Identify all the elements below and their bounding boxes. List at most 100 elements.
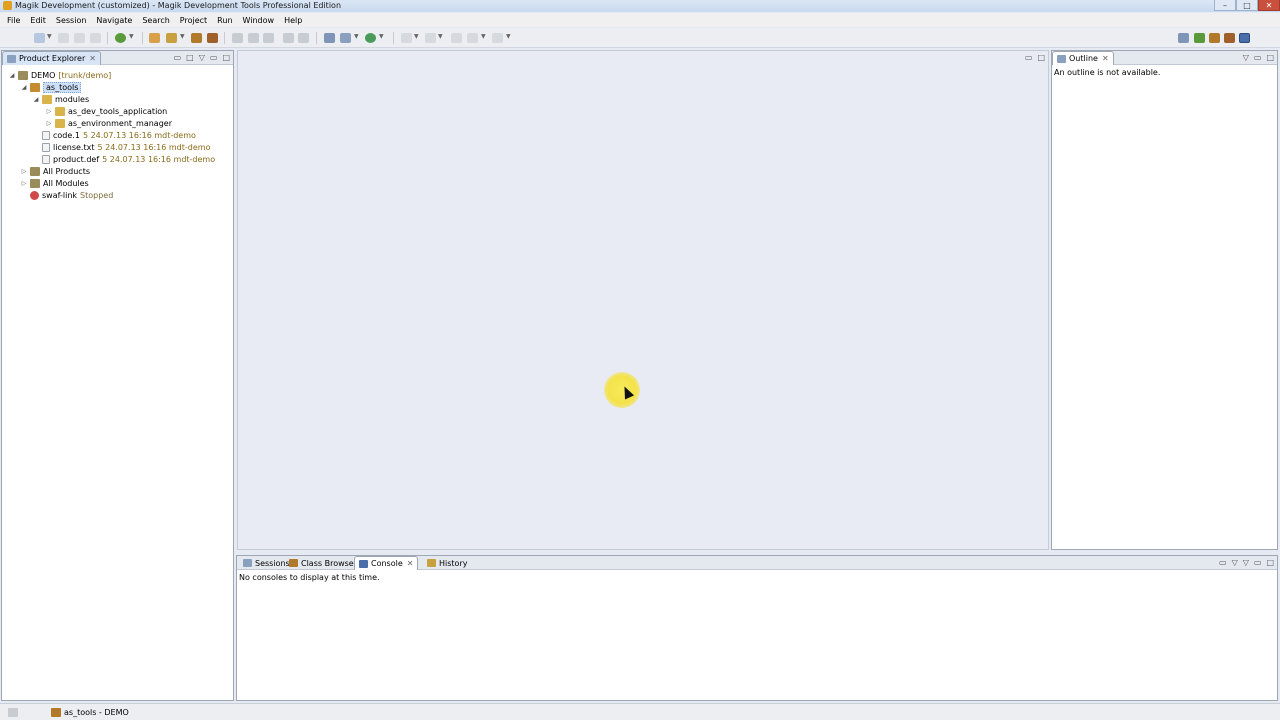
tree-item-code-1[interactable]: code.1 5 24.07.13 16:16 mdt-demo (40, 129, 196, 141)
link-editor-icon[interactable]: □ (186, 53, 194, 62)
new-icon[interactable] (34, 33, 45, 43)
toggle-icon[interactable] (232, 33, 243, 43)
collapse-all-icon[interactable]: ▭ (174, 53, 182, 62)
window-titlebar: Magik Development (customized) - Magik D… (0, 0, 1280, 12)
debug-perspective-icon[interactable] (1194, 33, 1205, 43)
refresh-icon[interactable] (365, 33, 376, 43)
collapsed-icon[interactable]: ▷ (20, 168, 28, 175)
chevron-down-icon[interactable]: ▼ (180, 33, 185, 40)
close-icon[interactable]: ✕ (407, 559, 414, 568)
minimize-panel-icon[interactable]: ▭ (1254, 558, 1262, 567)
play-icon[interactable] (283, 33, 294, 43)
maximize-window-button[interactable]: □ (1236, 0, 1258, 11)
step-over-icon[interactable] (263, 33, 274, 43)
product-perspective-icon[interactable] (1209, 33, 1220, 43)
view-menu-icon[interactable]: ▽ (199, 53, 205, 62)
tree-item-demo[interactable]: ◢ DEMO [trunk/demo] (8, 69, 111, 81)
tree-item-decoration: 5 24.07.13 16:16 mdt-demo (97, 142, 211, 152)
tree-item-swaf-link[interactable]: swaf-link Stopped (28, 189, 113, 201)
minimize-panel-icon[interactable]: ▭ (1254, 53, 1262, 62)
open-folder-icon[interactable] (149, 33, 160, 43)
expanded-icon[interactable]: ◢ (8, 72, 16, 79)
close-icon[interactable]: ✕ (1102, 54, 1109, 63)
menu-project[interactable]: Project (175, 16, 212, 25)
maximize-panel-icon[interactable]: □ (1037, 53, 1045, 62)
chevron-down-icon[interactable]: ▼ (354, 33, 359, 40)
close-window-button[interactable]: ✕ (1258, 0, 1280, 11)
tree-item-all-modules[interactable]: ▷ All Modules (20, 177, 89, 189)
tree-item-modules[interactable]: ◢ modules (32, 93, 89, 105)
minimize-panel-icon[interactable]: ▭ (210, 53, 218, 62)
minimize-window-button[interactable]: – (1214, 0, 1236, 11)
tab-history[interactable]: History (423, 556, 471, 570)
collapsed-icon[interactable]: ▷ (45, 108, 53, 115)
menu-navigate[interactable]: Navigate (91, 16, 137, 25)
view-menu-icon[interactable]: ▽ (1243, 53, 1249, 62)
last-edit-icon[interactable] (451, 33, 462, 43)
wand-icon[interactable] (166, 33, 177, 43)
forward-icon[interactable] (298, 33, 309, 43)
status-bar: as_tools - DEMO (0, 703, 1280, 720)
chevron-down-icon[interactable]: ▼ (414, 33, 419, 40)
maximize-panel-icon[interactable]: □ (222, 53, 230, 62)
product-explorer-panel: Product Explorer ✕ ▭ □ ▽ ▭ □ ◢ DEMO [tru… (1, 50, 234, 701)
menu-edit[interactable]: Edit (25, 16, 51, 25)
menu-run[interactable]: Run (212, 16, 237, 25)
next-annotation-icon[interactable] (401, 33, 412, 43)
product-icon[interactable] (191, 33, 202, 43)
collapsed-icon[interactable]: ▷ (20, 180, 28, 187)
forward-nav-icon[interactable] (492, 33, 503, 43)
product-explorer-tabbar: Product Explorer ✕ ▭ □ ▽ ▭ □ (2, 51, 233, 65)
tree-item-all-products[interactable]: ▷ All Products (20, 165, 90, 177)
magik-perspective-icon[interactable] (1239, 33, 1250, 43)
tree-item-license-txt[interactable]: license.txt 5 24.07.13 16:16 mdt-demo (40, 141, 210, 153)
tab-product-explorer[interactable]: Product Explorer ✕ (2, 51, 101, 65)
save-icon[interactable] (58, 33, 69, 43)
tree-item-as-dev-tools-application[interactable]: ▷ as_dev_tools_application (45, 105, 167, 117)
step-icon[interactable] (248, 33, 259, 43)
maximize-panel-icon[interactable]: □ (1266, 53, 1274, 62)
expanded-icon[interactable]: ◢ (32, 96, 40, 103)
editor-area[interactable]: ▭ □ (237, 50, 1049, 550)
print-icon[interactable] (90, 33, 101, 43)
bottom-panel: Sessions Class Browser Console ✕ History… (236, 555, 1278, 701)
module-icon[interactable] (207, 33, 218, 43)
open-perspective-icon[interactable] (1178, 33, 1189, 43)
chevron-down-icon[interactable]: ▼ (379, 33, 384, 40)
tree-item-as-tools[interactable]: ◢ as_tools (20, 81, 82, 93)
module-perspective-icon[interactable] (1224, 33, 1235, 43)
menu-window[interactable]: Window (238, 16, 280, 25)
tab-console[interactable]: Console ✕ (354, 556, 419, 570)
display-console-icon[interactable]: ▽ (1232, 558, 1238, 567)
fast-view-icon[interactable] (8, 708, 18, 717)
menu-session[interactable]: Session (51, 16, 92, 25)
chevron-down-icon[interactable]: ▼ (47, 33, 52, 40)
run-session-icon[interactable] (115, 33, 126, 43)
expanded-icon[interactable]: ◢ (20, 84, 28, 91)
chevron-down-icon[interactable]: ▼ (438, 33, 443, 40)
toolbar-separator (224, 32, 225, 44)
menu-file[interactable]: File (2, 16, 25, 25)
tab-class-browser[interactable]: Class Browser (285, 556, 361, 570)
tree-item-as-environment-manager[interactable]: ▷ as_environment_manager (45, 117, 172, 129)
layout-icon[interactable] (340, 33, 351, 43)
console-icon[interactable] (324, 33, 335, 43)
menu-search[interactable]: Search (137, 16, 174, 25)
tree-item-product-def[interactable]: product.def 5 24.07.13 16:16 mdt-demo (40, 153, 215, 165)
save-all-icon[interactable] (74, 33, 85, 43)
maximize-panel-icon[interactable]: □ (1266, 558, 1274, 567)
tree-item-label: swaf-link (42, 190, 78, 200)
menu-help[interactable]: Help (279, 16, 307, 25)
tab-outline[interactable]: Outline ✕ (1052, 51, 1114, 65)
collapsed-icon[interactable]: ▷ (45, 120, 53, 127)
new-console-icon[interactable]: ▽ (1243, 558, 1249, 567)
chevron-down-icon[interactable]: ▼ (481, 33, 486, 40)
chevron-down-icon[interactable]: ▼ (129, 33, 134, 40)
chevron-down-icon[interactable]: ▼ (506, 33, 511, 40)
back-icon[interactable] (467, 33, 478, 43)
minimize-panel-icon[interactable]: ▭ (1025, 53, 1033, 62)
history-icon (427, 559, 436, 567)
pin-console-icon[interactable]: ▭ (1219, 558, 1227, 567)
close-icon[interactable]: ✕ (89, 54, 96, 63)
previous-annotation-icon[interactable] (425, 33, 436, 43)
